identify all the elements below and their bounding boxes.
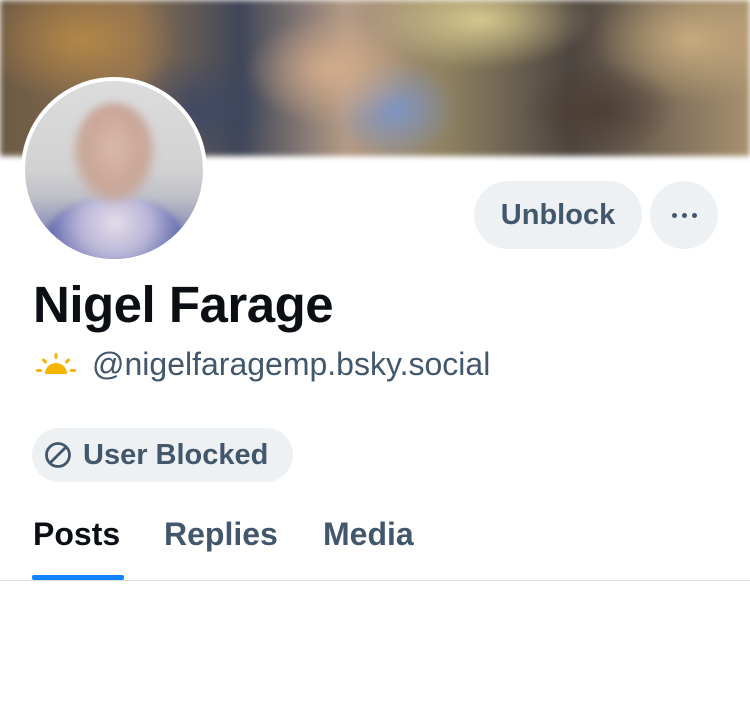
blocked-label: User Blocked <box>83 438 269 471</box>
user-blocked-badge: User Blocked <box>32 428 293 482</box>
tab-posts[interactable]: Posts <box>33 512 120 556</box>
avatar-photo <box>25 81 203 259</box>
more-options-button[interactable] <box>650 181 718 249</box>
tab-media[interactable]: Media <box>323 512 414 556</box>
tab-replies[interactable]: Replies <box>164 512 278 556</box>
more-horizontal-icon <box>671 212 697 218</box>
profile-display-name: Nigel Farage <box>33 276 334 333</box>
tabs-divider <box>0 580 750 581</box>
unblock-button[interactable]: Unblock <box>474 181 642 249</box>
profile-avatar[interactable] <box>21 77 207 263</box>
avatar-shirt <box>45 196 185 259</box>
avatar-face <box>73 103 155 203</box>
profile-handle[interactable]: @nigelfaragemp.bsky.social <box>92 342 490 386</box>
sun-icon <box>36 353 76 374</box>
profile-handle-row: @nigelfaragemp.bsky.social <box>35 342 490 386</box>
block-icon <box>45 442 71 468</box>
